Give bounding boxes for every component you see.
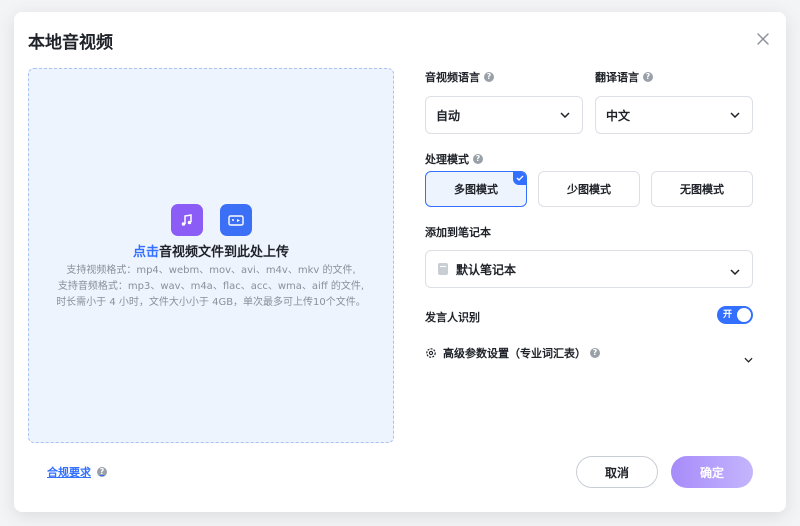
mode-label-text: 处理模式 xyxy=(425,153,469,166)
chevron-down-icon xyxy=(744,348,753,367)
mode-option-label: 多图模式 xyxy=(454,183,498,196)
mode-option-none[interactable]: 无图模式 xyxy=(651,171,753,207)
toggle-label: 开 xyxy=(723,310,733,320)
video-icon xyxy=(219,204,252,236)
translate-lang-select[interactable]: 中文 xyxy=(595,96,753,134)
help-icon[interactable]: ? xyxy=(484,72,494,82)
translate-lang-label: 翻译语言 ? xyxy=(595,69,653,85)
chevron-down-icon xyxy=(730,260,740,279)
advanced-settings-row[interactable]: 高级参数设置（专业词汇表） ? xyxy=(425,344,753,363)
help-icon[interactable]: ? xyxy=(97,467,107,477)
notebook-label: 添加到笔记本 xyxy=(425,224,491,240)
mode-option-few[interactable]: 少图模式 xyxy=(538,171,640,207)
confirm-button[interactable]: 确定 xyxy=(671,456,753,488)
notebook-icon xyxy=(438,263,448,275)
help-icon[interactable]: ? xyxy=(473,154,483,164)
dialog-title: 本地音视频 xyxy=(28,33,113,53)
click-link-text[interactable]: 点击 xyxy=(133,245,159,260)
notebook-select[interactable]: 默认笔记本 xyxy=(425,250,753,288)
toggle-knob xyxy=(737,308,751,322)
audio-lang-label: 音视频语言 ? xyxy=(425,69,494,85)
dropzone-main-text: 点击音视频文件到此处上传 xyxy=(29,241,393,260)
dropzone-icons xyxy=(29,204,393,236)
notebook-label-text: 添加到笔记本 xyxy=(425,226,491,239)
compliance-link[interactable]: 合规要求 ? xyxy=(47,464,107,480)
translate-lang-value: 中文 xyxy=(606,108,631,123)
help-icon[interactable]: ? xyxy=(590,348,600,358)
chevron-down-icon xyxy=(730,112,740,118)
mode-option-multi[interactable]: 多图模式 xyxy=(425,171,527,207)
chevron-down-icon xyxy=(560,112,570,118)
gear-icon xyxy=(425,344,437,363)
audio-lang-value: 自动 xyxy=(436,108,461,123)
help-icon[interactable]: ? xyxy=(643,72,653,82)
mode-label: 处理模式 ? xyxy=(425,151,483,167)
mode-option-label: 少图模式 xyxy=(567,183,611,196)
music-icon xyxy=(170,204,203,236)
desc-line-video: 支持视频格式：mp4、webm、mov、avi、m4v、mkv 的文件, xyxy=(66,265,356,276)
dropzone-description: 支持视频格式：mp4、webm、mov、avi、m4v、mkv 的文件, 支持音… xyxy=(29,263,393,311)
audio-lang-select[interactable]: 自动 xyxy=(425,96,583,134)
speaker-label: 发言人识别 xyxy=(425,309,480,325)
speaker-toggle[interactable]: 开 xyxy=(717,306,753,324)
desc-line-limits: 时长需小于 4 小时，文件大小小于 4GB，单次最多可上传10个文件。 xyxy=(56,297,366,308)
check-icon xyxy=(513,172,526,185)
close-icon[interactable] xyxy=(756,32,772,48)
advanced-settings-label: 高级参数设置（专业词汇表） xyxy=(443,347,586,360)
notebook-value: 默认笔记本 xyxy=(456,262,517,277)
upload-dialog: 本地音视频 点击音视频文件到此处上传 支持视频格式：mp4、webm、mov、a… xyxy=(14,12,786,512)
upload-dropzone[interactable]: 点击音视频文件到此处上传 支持视频格式：mp4、webm、mov、avi、m4v… xyxy=(28,68,394,443)
speaker-label-text: 发言人识别 xyxy=(425,311,480,324)
mode-option-label: 无图模式 xyxy=(680,183,724,196)
audio-lang-label-text: 音视频语言 xyxy=(425,71,480,84)
desc-line-audio: 支持音频格式：mp3、wav、m4a、flac、acc、wma、aiff 的文件… xyxy=(57,281,365,292)
compliance-text[interactable]: 合规要求 xyxy=(47,464,91,480)
cancel-button[interactable]: 取消 xyxy=(576,456,658,488)
translate-lang-label-text: 翻译语言 xyxy=(595,71,639,84)
dropzone-upload-text: 音视频文件到此处上传 xyxy=(159,245,290,260)
